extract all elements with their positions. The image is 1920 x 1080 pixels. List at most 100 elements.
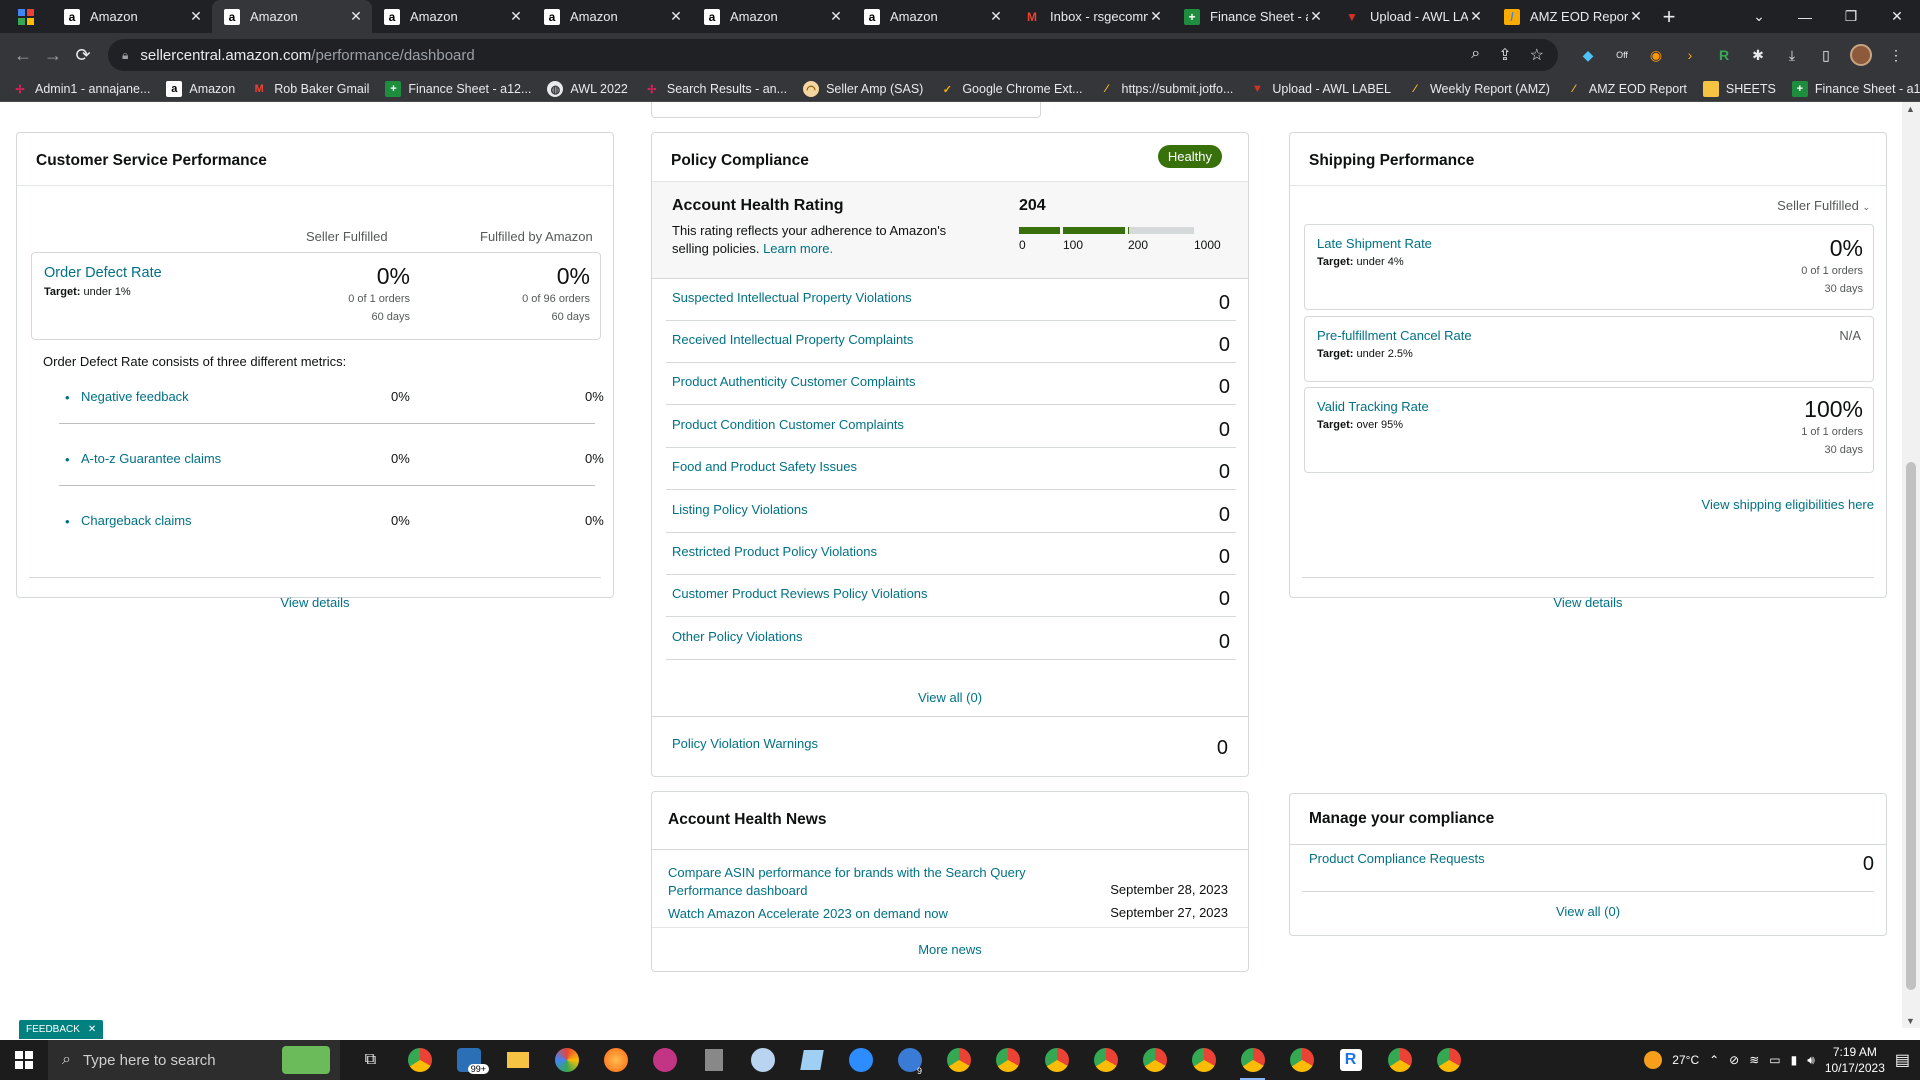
news-link[interactable]: Compare ASIN performance for brands with… xyxy=(668,864,1028,900)
policy-violation-link[interactable]: Product Condition Customer Complaints xyxy=(672,417,904,432)
chrome-profile-icon[interactable] xyxy=(934,1040,983,1080)
cancel-rate-link[interactable]: Pre-fulfillment Cancel Rate xyxy=(1317,328,1472,343)
battery-icon[interactable]: ▮ xyxy=(1791,1053,1798,1067)
compliance-view-all-link[interactable]: View all (0) xyxy=(1290,904,1886,919)
chrome-menu-icon[interactable]: ⋮ xyxy=(1886,45,1906,65)
page-scrollbar[interactable]: ▲ ▼ xyxy=(1902,102,1920,1028)
chrome-profile-icon[interactable] xyxy=(1277,1040,1326,1080)
close-tab-icon[interactable]: ✕ xyxy=(1468,8,1484,25)
lock-icon[interactable]: 🔒︎ xyxy=(122,48,128,63)
close-tab-icon[interactable]: ✕ xyxy=(828,8,844,25)
learn-more-link[interactable]: Learn more. xyxy=(763,241,833,256)
close-tab-icon[interactable]: ✕ xyxy=(1148,8,1164,25)
chrome-profile-icon[interactable] xyxy=(1375,1040,1424,1080)
browser-tab[interactable]: / AMZ EOD Report ✕ xyxy=(1492,0,1652,33)
close-tab-icon[interactable]: ✕ xyxy=(1308,8,1324,25)
bookmark-item[interactable]: SHEETS xyxy=(1702,81,1776,97)
task-view-icon[interactable]: ⧉ xyxy=(346,1040,395,1080)
mail-taskbar-icon[interactable]: 99+ xyxy=(444,1040,493,1080)
chrome-profile-icon[interactable] xyxy=(1032,1040,1081,1080)
chrome-taskbar-icon[interactable] xyxy=(395,1040,444,1080)
weather-icon[interactable] xyxy=(1644,1051,1663,1069)
policy-violation-link[interactable]: Restricted Product Policy Violations xyxy=(672,544,877,559)
bookmark-item[interactable]: M Rob Baker Gmail xyxy=(251,81,370,97)
order-defect-rate-link[interactable]: Order Defect Rate xyxy=(44,265,162,281)
policy-violation-link[interactable]: Customer Product Reviews Policy Violatio… xyxy=(672,586,928,601)
policy-violation-link[interactable]: Listing Policy Violations xyxy=(672,502,808,517)
policy-violation-link[interactable]: Received Intellectual Property Complaint… xyxy=(672,332,913,347)
downloads-icon[interactable]: ⤓ xyxy=(1782,45,1802,65)
r-app-icon[interactable]: R xyxy=(1326,1040,1375,1080)
extension-arrow-icon[interactable]: › xyxy=(1680,45,1700,65)
taskbar-search[interactable]: ⌕ Type here to search xyxy=(48,1040,340,1080)
notifications-icon[interactable]: ▤ xyxy=(1895,1050,1910,1070)
tab-search-icon[interactable] xyxy=(0,0,52,33)
reload-button[interactable]: ⟳ xyxy=(68,40,98,70)
bookmark-item[interactable]: + Finance Sheet - a12... xyxy=(1791,81,1920,97)
chrome-profile-icon[interactable] xyxy=(1179,1040,1228,1080)
late-shipment-link[interactable]: Late Shipment Rate xyxy=(1317,236,1432,251)
extension-blue-icon[interactable]: ◆ xyxy=(1578,45,1598,65)
notes-icon[interactable] xyxy=(787,1040,836,1080)
scroll-up-icon[interactable]: ▲ xyxy=(1906,104,1915,114)
shipping-view-details-link[interactable]: View details xyxy=(1290,595,1886,610)
tab-list-chevron-icon[interactable]: ⌄ xyxy=(1736,0,1782,33)
profile-avatar[interactable] xyxy=(1850,44,1872,66)
bookmark-star-icon[interactable]: ☆ xyxy=(1530,45,1544,65)
browser-tab-active[interactable]: a Amazon ✕ xyxy=(212,0,372,33)
policy-view-all-link[interactable]: View all (0) xyxy=(652,690,1248,705)
network-off-icon[interactable]: ⊘ xyxy=(1729,1053,1739,1067)
chrome-profile-icon[interactable] xyxy=(1081,1040,1130,1080)
paint-icon[interactable] xyxy=(542,1040,591,1080)
a-to-z-claims-link[interactable]: A-to-z Guarantee claims xyxy=(81,451,221,466)
fulfillment-filter-dropdown[interactable]: Seller Fulfilled ⌄ xyxy=(1777,198,1870,213)
scrollbar-thumb[interactable] xyxy=(1906,462,1916,990)
forward-button[interactable]: → xyxy=(38,40,68,70)
policy-violation-link[interactable]: Suspected Intellectual Property Violatio… xyxy=(672,290,912,305)
bookmark-item[interactable]: ▼ Upload - AWL LABEL xyxy=(1249,81,1391,97)
extension-orange-icon[interactable]: ◉ xyxy=(1646,45,1666,65)
negative-feedback-link[interactable]: Negative feedback xyxy=(81,389,189,404)
extension-off-icon[interactable]: Off xyxy=(1612,45,1632,65)
wps-icon[interactable] xyxy=(640,1040,689,1080)
firefox-icon[interactable] xyxy=(591,1040,640,1080)
zoom-app-icon[interactable] xyxy=(836,1040,885,1080)
bookmark-item[interactable]: a Amazon xyxy=(166,81,235,97)
cs-view-details-link[interactable]: View details xyxy=(17,595,613,610)
extensions-puzzle-icon[interactable]: ✱ xyxy=(1748,45,1768,65)
bookmark-item[interactable]: ⁄ AMZ EOD Report xyxy=(1566,81,1687,97)
side-panel-icon[interactable]: ▯ xyxy=(1816,45,1836,65)
close-tab-icon[interactable]: ✕ xyxy=(1628,8,1644,25)
chargeback-claims-link[interactable]: Chargeback claims xyxy=(81,513,192,528)
policy-violation-link[interactable]: Food and Product Safety Issues xyxy=(672,459,857,474)
browser-tab[interactable]: a Amazon ✕ xyxy=(852,0,1012,33)
browser-tab[interactable]: M Inbox - rsgecomm ✕ xyxy=(1012,0,1172,33)
chevron-up-icon[interactable]: ⌃ xyxy=(1709,1053,1719,1067)
bookmark-item[interactable]: ✓ Google Chrome Ext... xyxy=(939,81,1083,97)
scroll-down-icon[interactable]: ▼ xyxy=(1906,1016,1915,1026)
chrome-profile-icon[interactable] xyxy=(1424,1040,1473,1080)
restore-icon[interactable]: ❐ xyxy=(1828,0,1874,33)
browser-tab[interactable]: a Amazon ✕ xyxy=(372,0,532,33)
bookmark-item[interactable]: ⁄ https://submit.jotfo... xyxy=(1099,81,1234,97)
extension-r-icon[interactable]: R xyxy=(1714,45,1734,65)
clock[interactable]: 7:19 AM 10/17/2023 xyxy=(1825,1044,1885,1076)
chrome-profile-icon[interactable] xyxy=(1130,1040,1179,1080)
policy-violation-link[interactable]: Product Authenticity Customer Complaints xyxy=(672,374,916,389)
wifi-icon[interactable]: ≋ xyxy=(1749,1053,1759,1067)
file-explorer-icon[interactable] xyxy=(493,1040,542,1080)
back-button[interactable]: ← xyxy=(8,40,38,70)
close-tab-icon[interactable]: ✕ xyxy=(668,8,684,25)
shipping-eligibilities-link[interactable]: View shipping eligibilities here xyxy=(1702,497,1874,512)
browser-tab[interactable]: a Amazon ✕ xyxy=(692,0,852,33)
calculator-icon[interactable] xyxy=(689,1040,738,1080)
browser-tab[interactable]: a Amazon ✕ xyxy=(532,0,692,33)
policy-violation-link[interactable]: Other Policy Violations xyxy=(672,629,803,644)
feedback-tab[interactable]: FEEDBACK ✕ xyxy=(19,1020,104,1039)
bookmark-item[interactable]: ◍ AWL 2022 xyxy=(547,81,628,97)
snip-icon[interactable] xyxy=(738,1040,787,1080)
start-button[interactable] xyxy=(0,1040,48,1080)
close-tab-icon[interactable]: ✕ xyxy=(988,8,1004,25)
close-icon[interactable]: ✕ xyxy=(88,1024,96,1035)
close-window-icon[interactable]: ✕ xyxy=(1874,0,1920,33)
